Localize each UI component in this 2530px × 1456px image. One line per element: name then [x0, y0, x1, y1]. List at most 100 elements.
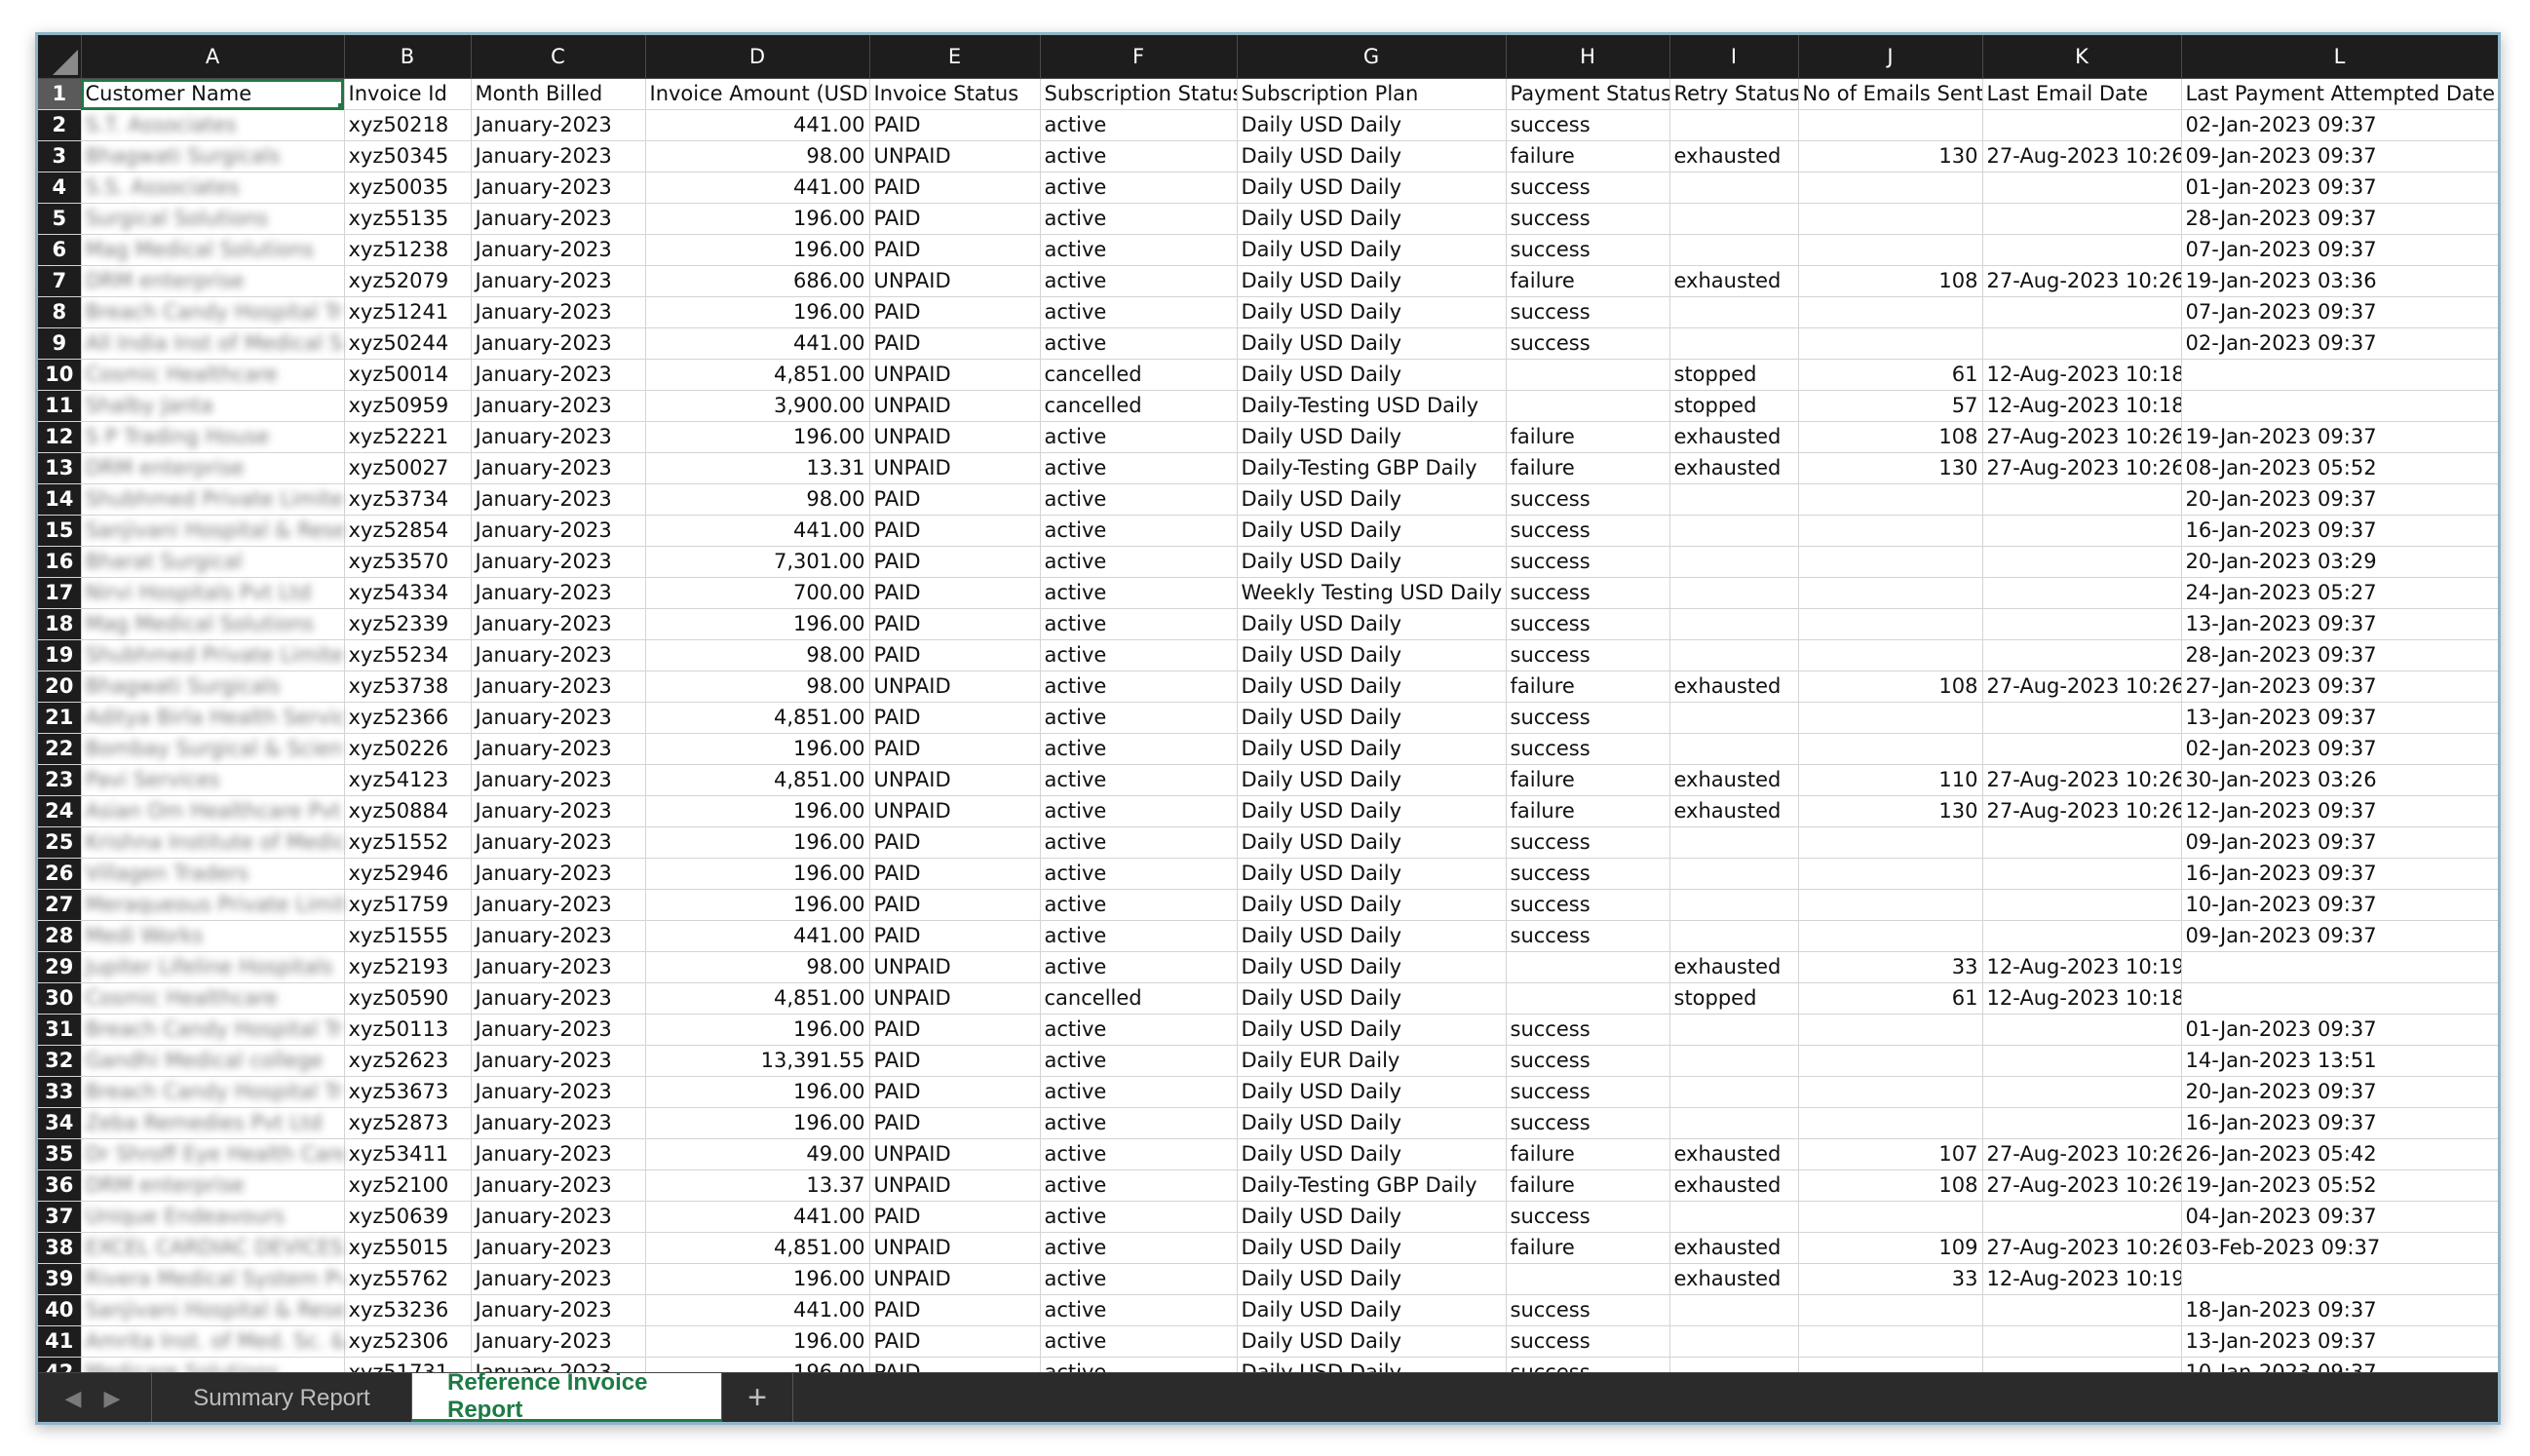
data-cell[interactable]: Jupiter Lifeline Hospitals [81, 951, 345, 983]
row-number[interactable]: 24 [38, 795, 82, 827]
data-cell[interactable] [1798, 172, 1983, 204]
data-cell[interactable]: PAID [869, 1076, 1041, 1108]
data-cell[interactable]: January-2023 [471, 920, 646, 952]
data-cell[interactable] [1982, 639, 2182, 671]
data-cell[interactable]: active [1040, 1169, 1238, 1202]
data-cell[interactable] [1798, 1045, 1983, 1077]
data-cell[interactable]: UNPAID [869, 951, 1041, 983]
data-cell[interactable]: Pavi Services [81, 764, 345, 796]
row-number[interactable]: 20 [38, 671, 82, 703]
data-cell[interactable]: 98.00 [645, 639, 870, 671]
data-cell[interactable]: PAID [869, 172, 1041, 204]
row-number[interactable]: 27 [38, 889, 82, 921]
data-cell[interactable]: January-2023 [471, 452, 646, 484]
data-cell[interactable]: 27-Aug-2023 10:26 [1982, 452, 2182, 484]
data-cell[interactable]: 441.00 [645, 172, 870, 204]
data-cell[interactable]: active [1040, 1014, 1238, 1046]
data-cell[interactable]: active [1040, 826, 1238, 859]
header-cell[interactable]: Retry Status [1669, 78, 1799, 110]
data-cell[interactable]: xyz51552 [344, 826, 472, 859]
data-cell[interactable]: January-2023 [471, 733, 646, 765]
data-cell[interactable]: 33 [1798, 1263, 1983, 1295]
data-cell[interactable]: exhausted [1669, 452, 1799, 484]
data-cell[interactable]: 107 [1798, 1138, 1983, 1170]
data-cell[interactable] [1798, 1357, 1983, 1372]
row-number[interactable]: 10 [38, 359, 82, 391]
data-cell[interactable]: success [1506, 577, 1670, 609]
data-cell[interactable]: January-2023 [471, 1263, 646, 1295]
data-cell[interactable]: 441.00 [645, 109, 870, 141]
data-cell[interactable]: active [1040, 795, 1238, 827]
data-cell[interactable]: 108 [1798, 1169, 1983, 1202]
data-cell[interactable]: 27-Aug-2023 10:26 [1982, 671, 2182, 703]
data-cell[interactable] [1982, 546, 2182, 578]
data-cell[interactable]: 12-Aug-2023 10:19 [1982, 1263, 2182, 1295]
data-cell[interactable]: Daily USD Daily [1237, 1201, 1507, 1233]
data-cell[interactable]: xyz55015 [344, 1232, 472, 1264]
data-cell[interactable]: active [1040, 858, 1238, 890]
data-cell[interactable]: 08-Jan-2023 05:52 [2181, 452, 2498, 484]
data-cell[interactable]: xyz51555 [344, 920, 472, 952]
data-cell[interactable] [1798, 296, 1983, 328]
data-cell[interactable]: Shalby Janta [81, 390, 345, 422]
data-cell[interactable]: EXCEL CARDIAC DEVICES PVT [81, 1232, 345, 1264]
data-cell[interactable]: xyz51241 [344, 296, 472, 328]
data-cell[interactable]: PAID [869, 296, 1041, 328]
data-cell[interactable]: DRM enterprise [81, 452, 345, 484]
data-cell[interactable]: xyz52079 [344, 265, 472, 297]
header-cell[interactable]: Month Billed [471, 78, 646, 110]
data-cell[interactable]: success [1506, 889, 1670, 921]
data-cell[interactable]: failure [1506, 1169, 1670, 1202]
data-cell[interactable] [1669, 733, 1799, 765]
data-cell[interactable]: active [1040, 265, 1238, 297]
data-cell[interactable]: xyz52221 [344, 421, 472, 453]
data-cell[interactable]: success [1506, 234, 1670, 266]
data-cell[interactable]: PAID [869, 1201, 1041, 1233]
data-cell[interactable]: 98.00 [645, 483, 870, 516]
data-cell[interactable]: active [1040, 733, 1238, 765]
data-cell[interactable]: Daily USD Daily [1237, 359, 1507, 391]
data-cell[interactable]: success [1506, 920, 1670, 952]
header-cell[interactable]: Last Email Date [1982, 78, 2182, 110]
data-cell[interactable]: 196.00 [645, 203, 870, 235]
data-cell[interactable] [1669, 1014, 1799, 1046]
data-cell[interactable]: PAID [869, 858, 1041, 890]
data-cell[interactable] [1982, 1325, 2182, 1358]
data-cell[interactable]: 196.00 [645, 795, 870, 827]
data-cell[interactable]: Daily USD Daily [1237, 671, 1507, 703]
data-cell[interactable]: January-2023 [471, 795, 646, 827]
data-cell[interactable] [1798, 608, 1983, 640]
data-cell[interactable]: Daily USD Daily [1237, 296, 1507, 328]
row-number[interactable]: 7 [38, 265, 82, 297]
data-cell[interactable]: 20-Jan-2023 03:29 [2181, 546, 2498, 578]
data-cell[interactable]: 16-Jan-2023 09:37 [2181, 1107, 2498, 1139]
data-cell[interactable] [1798, 1201, 1983, 1233]
data-cell[interactable]: January-2023 [471, 826, 646, 859]
data-cell[interactable]: 196.00 [645, 1263, 870, 1295]
data-cell[interactable]: 196.00 [645, 889, 870, 921]
data-cell[interactable] [1798, 1014, 1983, 1046]
column-header-d[interactable]: D [645, 35, 870, 79]
data-cell[interactable]: 19-Jan-2023 03:36 [2181, 265, 2498, 297]
data-cell[interactable]: success [1506, 1325, 1670, 1358]
data-cell[interactable]: PAID [869, 608, 1041, 640]
prev-sheet-icon[interactable]: ◀ [54, 1373, 93, 1422]
data-cell[interactable] [1798, 546, 1983, 578]
data-cell[interactable]: 02-Jan-2023 09:37 [2181, 109, 2498, 141]
data-cell[interactable] [2181, 982, 2498, 1015]
data-cell[interactable]: UNPAID [869, 452, 1041, 484]
data-cell[interactable]: active [1040, 1107, 1238, 1139]
data-cell[interactable]: Daily USD Daily [1237, 109, 1507, 141]
data-cell[interactable]: 108 [1798, 671, 1983, 703]
data-cell[interactable]: active [1040, 1325, 1238, 1358]
data-cell[interactable]: Mag Medical Solutions [81, 234, 345, 266]
data-cell[interactable]: 12-Aug-2023 10:18 [1982, 982, 2182, 1015]
row-number[interactable]: 5 [38, 203, 82, 235]
data-cell[interactable]: 686.00 [645, 265, 870, 297]
data-cell[interactable] [1506, 982, 1670, 1015]
data-cell[interactable] [1669, 826, 1799, 859]
data-cell[interactable]: 27-Aug-2023 10:26 [1982, 1169, 2182, 1202]
data-cell[interactable]: Medi Works [81, 920, 345, 952]
row-number[interactable]: 40 [38, 1294, 82, 1326]
data-cell[interactable]: exhausted [1669, 265, 1799, 297]
